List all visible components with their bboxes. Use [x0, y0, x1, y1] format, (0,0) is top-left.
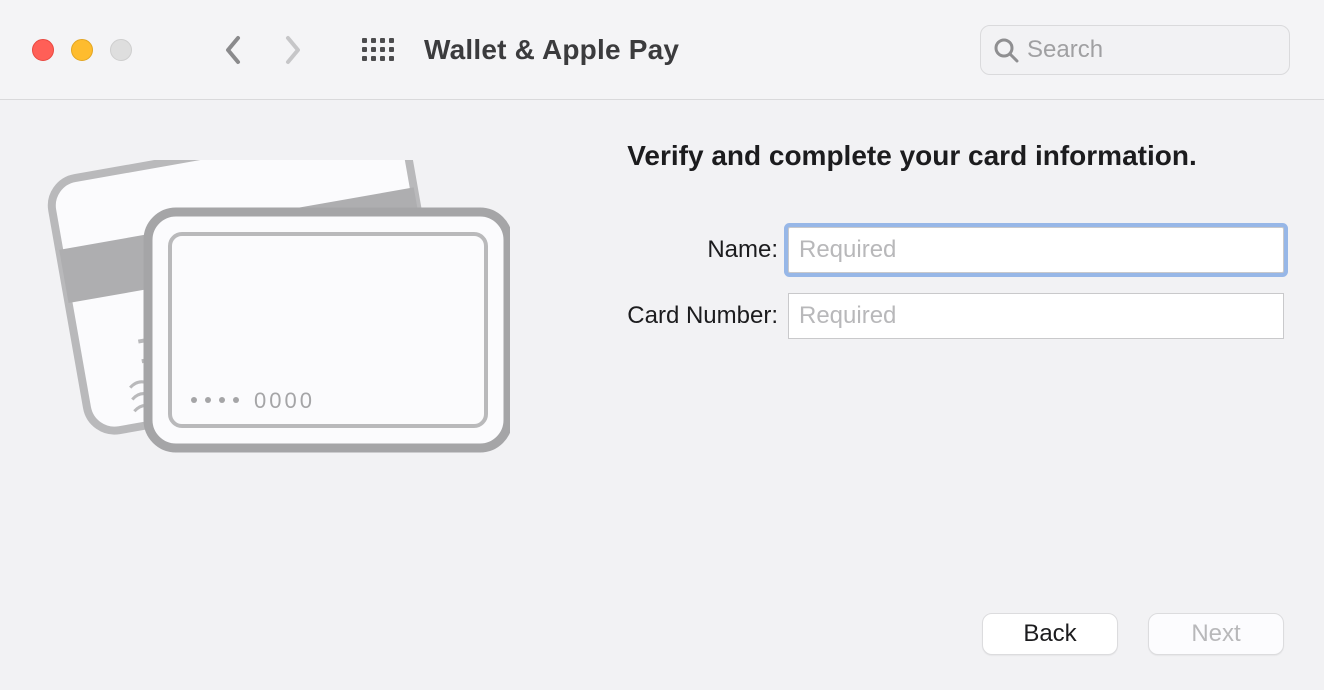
form-area: Verify and complete your card informatio… — [540, 130, 1284, 660]
chevron-left-icon — [224, 35, 242, 65]
window-title: Wallet & Apple Pay — [424, 34, 679, 66]
nav-arrows — [224, 35, 302, 65]
window-toolbar: Wallet & Apple Pay — [0, 0, 1324, 100]
search-icon — [993, 37, 1019, 63]
card-number-label: Card Number: — [540, 302, 788, 330]
page-heading: Verify and complete your card informatio… — [540, 140, 1284, 172]
next-button: Next — [1148, 613, 1284, 655]
card-last4: 0000 — [254, 388, 315, 413]
forward-nav-button — [284, 35, 302, 65]
name-field-row: Name: — [540, 227, 1284, 273]
name-input[interactable] — [788, 227, 1284, 273]
back-button[interactable]: Back — [982, 613, 1118, 655]
card-number-field-row: Card Number: — [540, 293, 1284, 339]
card-number-input[interactable] — [788, 293, 1284, 339]
close-window-button[interactable] — [32, 39, 54, 61]
zoom-window-button — [110, 39, 132, 61]
chevron-right-icon — [284, 35, 302, 65]
cards-illustration: 0000 — [30, 130, 540, 660]
name-label: Name: — [540, 236, 788, 264]
minimize-window-button[interactable] — [71, 39, 93, 61]
traffic-lights — [32, 39, 132, 61]
back-nav-button[interactable] — [224, 35, 242, 65]
footer-actions: Back Next — [982, 613, 1324, 690]
search-input[interactable] — [1027, 36, 1277, 64]
main-content: 0000 Verify and complete your card infor… — [0, 100, 1324, 660]
search-field-wrapper[interactable] — [980, 25, 1290, 75]
all-preferences-grid-button[interactable] — [362, 38, 394, 61]
